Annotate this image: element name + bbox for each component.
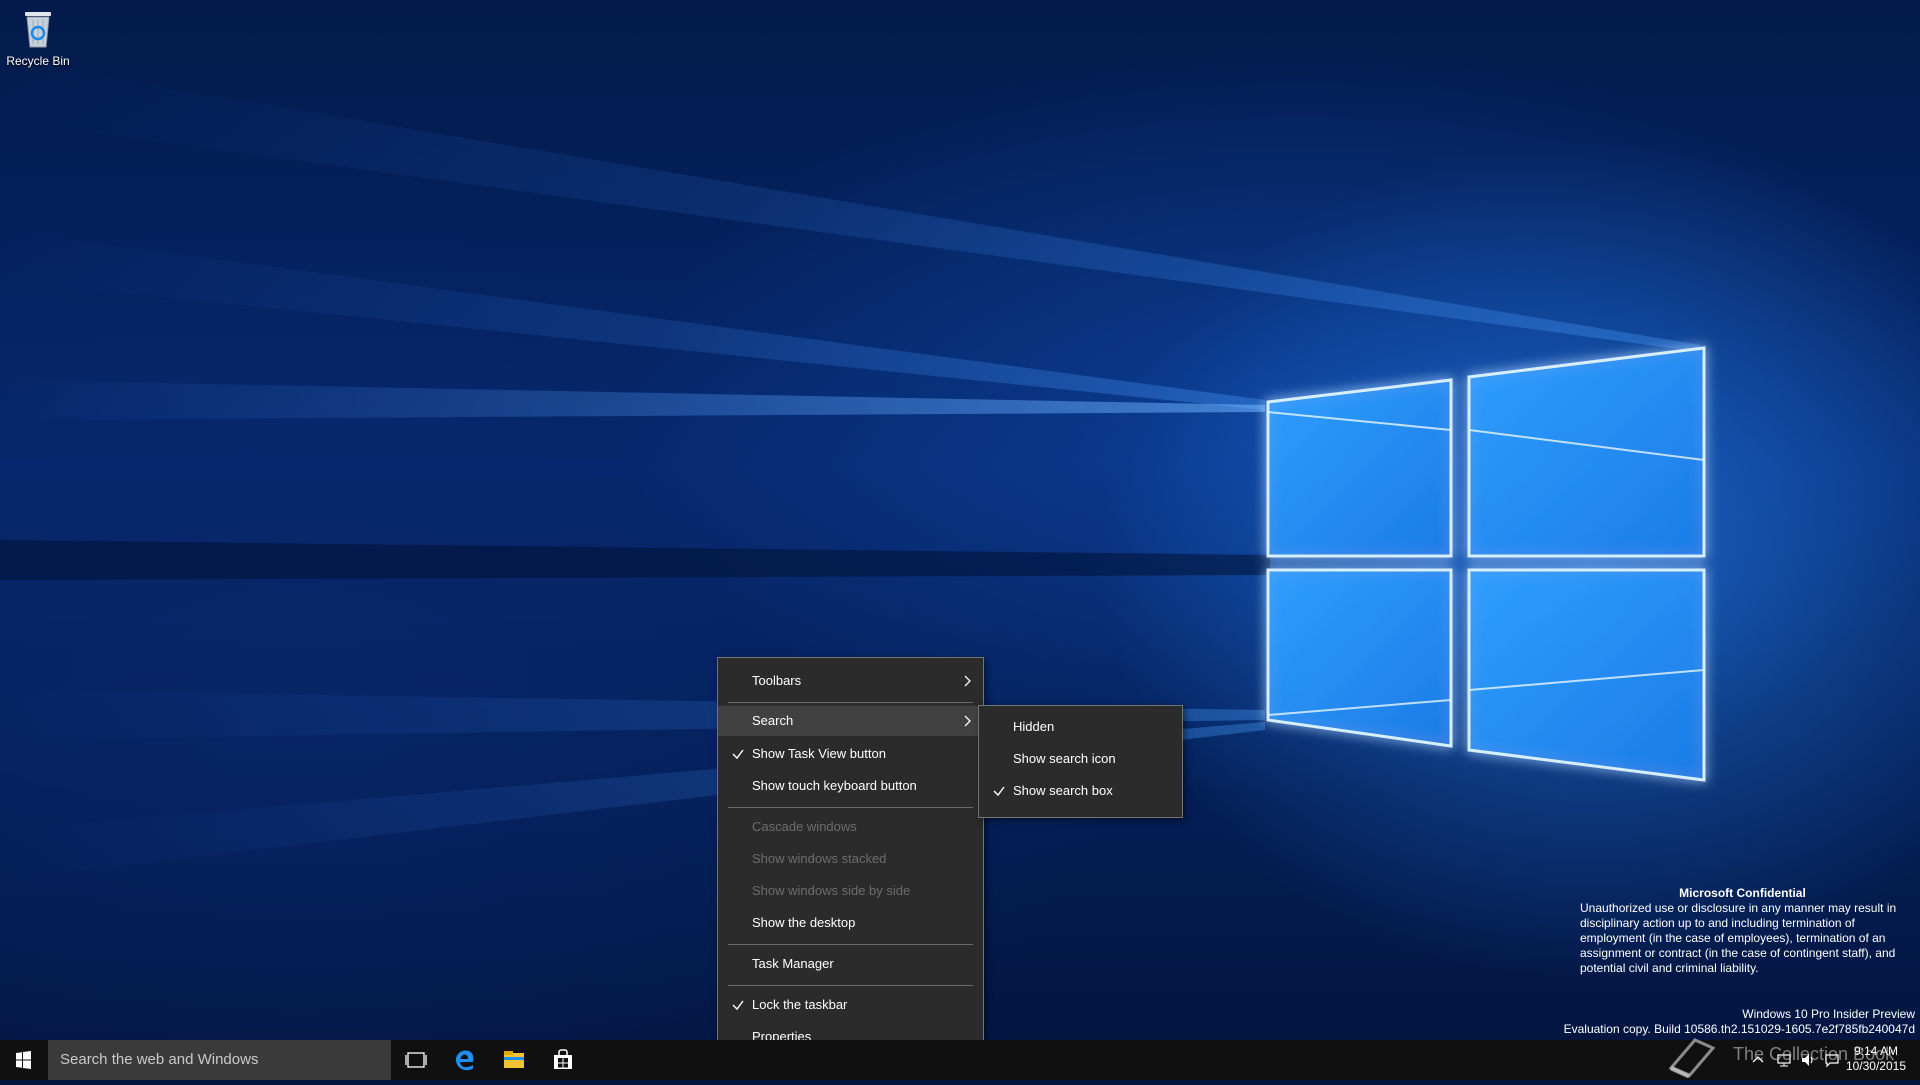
menu-separator: [728, 702, 973, 703]
menu-item-lock-the-taskbar[interactable]: Lock the taskbar: [718, 990, 983, 1020]
menu-item-search[interactable]: Search: [718, 706, 983, 736]
taskbar-context-menu: Toolbars Search Show Task View button Sh…: [717, 657, 984, 1063]
edge-icon: [455, 1050, 474, 1071]
watermark-text: The Collection Book: [1733, 1044, 1895, 1064]
menu-item-label: Show touch keyboard button: [752, 778, 917, 793]
store-taskbar-button[interactable]: [539, 1040, 587, 1080]
menu-item-label: Toolbars: [752, 673, 802, 688]
menu-item-label: Show the desktop: [752, 915, 856, 930]
menu-item-label: Lock the taskbar: [752, 997, 848, 1012]
menu-separator: [728, 944, 973, 945]
menu-item-task-manager[interactable]: Task Manager: [718, 949, 983, 979]
task-view-button[interactable]: [392, 1040, 440, 1080]
confidential-body: Unauthorized use or disclosure in any ma…: [1580, 901, 1897, 975]
menu-item-label: Task Manager: [752, 956, 834, 971]
menu-separator: [728, 807, 973, 808]
menu-item-label: Show search icon: [1013, 751, 1116, 766]
recycle-bin-icon: [18, 6, 58, 50]
chevron-right-icon: [963, 666, 973, 696]
confidential-notice: Microsoft Confidential Unauthorized use …: [1580, 886, 1905, 976]
book-logo-icon: [1668, 1038, 1716, 1078]
checkmark-icon: [730, 990, 746, 1020]
menu-item-label: Show windows stacked: [752, 851, 887, 866]
taskbar-search-box[interactable]: Search the web and Windows: [48, 1040, 391, 1080]
taskbar[interactable]: Search the web and Windows 9:14 AM 10/30…: [0, 1040, 1920, 1080]
chevron-right-icon: [963, 706, 973, 736]
menu-item-show-touch-keyboard-button[interactable]: Show touch keyboard button: [718, 771, 983, 801]
store-icon: [554, 1049, 572, 1069]
menu-item-label: Show Task View button: [752, 746, 886, 761]
desktop-icon-recycle-bin[interactable]: Recycle Bin: [4, 6, 72, 68]
menu-item-toolbars[interactable]: Toolbars: [718, 666, 983, 696]
menu-item-label: Hidden: [1013, 719, 1055, 734]
menu-item-show-windows-stacked: Show windows stacked: [718, 844, 983, 874]
start-button[interactable]: [0, 1040, 48, 1080]
search-placeholder: Search the web and Windows: [60, 1051, 259, 1068]
menu-item-label: Show search box: [1013, 783, 1113, 798]
file-explorer-icon: [504, 1051, 524, 1068]
menu-item-show-the-desktop[interactable]: Show the desktop: [718, 908, 983, 938]
submenu-item-hidden[interactable]: Hidden: [979, 712, 1182, 742]
checkmark-icon: [730, 739, 746, 769]
submenu-item-show-search-icon[interactable]: Show search icon: [979, 744, 1182, 774]
menu-item-label: Cascade windows: [752, 819, 857, 834]
file-explorer-taskbar-button[interactable]: [490, 1040, 538, 1080]
desktop-icon-label: Recycle Bin: [6, 54, 70, 68]
menu-item-label: Search: [752, 713, 794, 728]
task-view-icon: [405, 1052, 427, 1068]
menu-item-show-task-view-button[interactable]: Show Task View button: [718, 739, 983, 769]
search-submenu: Hidden Show search icon Show search box: [978, 705, 1183, 818]
menu-separator: [728, 985, 973, 986]
menu-item-label: Show windows side by side: [752, 883, 911, 898]
confidential-title: Microsoft Confidential: [1679, 886, 1806, 900]
checkmark-icon: [991, 776, 1007, 806]
edge-taskbar-button[interactable]: [441, 1040, 489, 1080]
menu-item-show-windows-side-by-side: Show windows side by side: [718, 876, 983, 906]
submenu-item-show-search-box[interactable]: Show search box: [979, 776, 1182, 806]
collection-book-watermark: The Collection Book: [1665, 1030, 1905, 1080]
windows-logo-icon: [16, 1051, 31, 1069]
build-edition: Windows 10 Pro Insider Preview: [1742, 1007, 1915, 1021]
menu-item-cascade-windows: Cascade windows: [718, 812, 983, 842]
